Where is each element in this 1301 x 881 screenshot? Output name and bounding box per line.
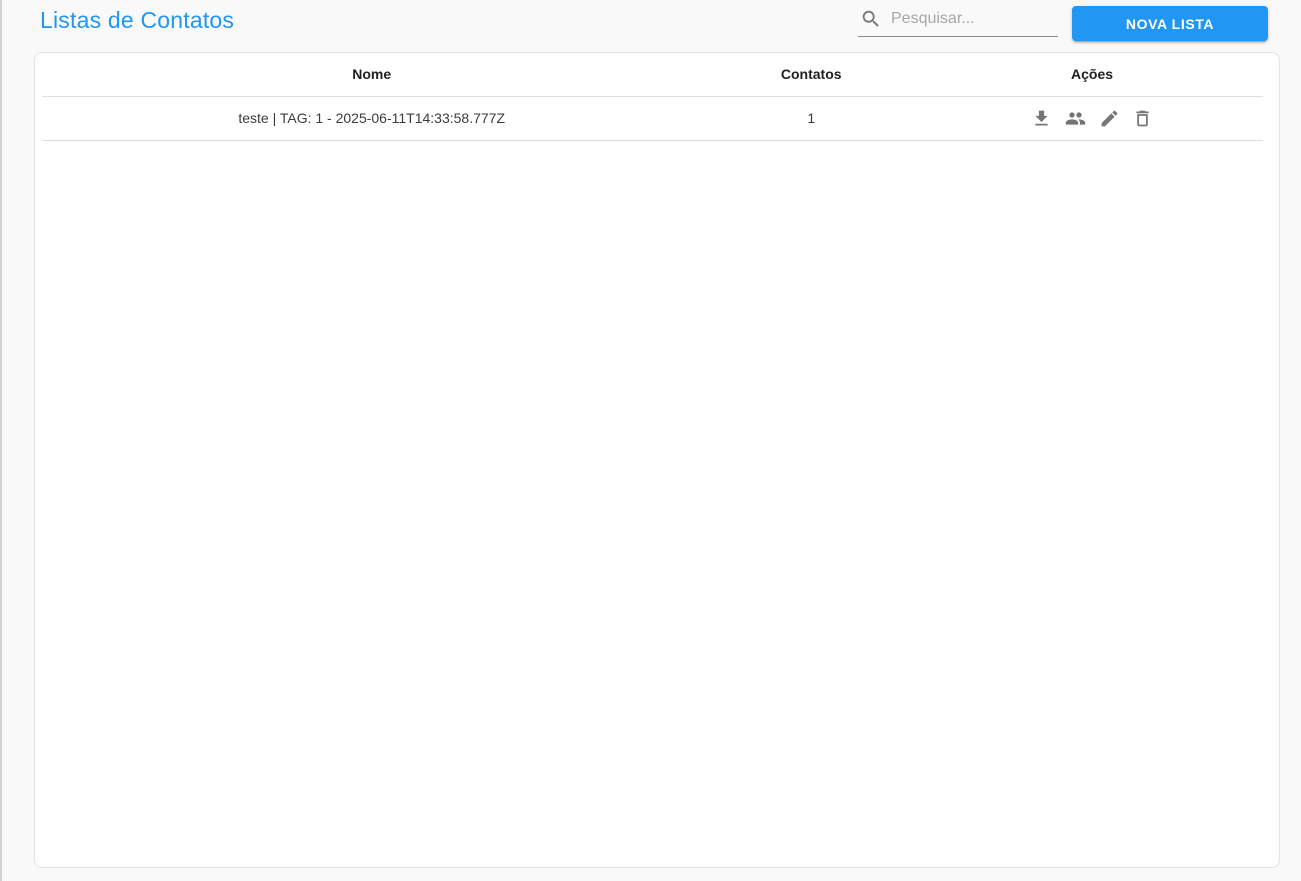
download-icon: [1031, 108, 1052, 129]
edit-icon: [1099, 108, 1120, 129]
download-contacts-button[interactable]: [1031, 108, 1052, 129]
row-actions-cell: [921, 96, 1263, 141]
screen-left-edge-divider: [0, 0, 2, 881]
new-list-button[interactable]: NOVA LISTA: [1072, 6, 1268, 41]
search-field[interactable]: [858, 5, 1058, 37]
contacts-count-cell: 1: [701, 96, 922, 141]
delete-list-button[interactable]: [1132, 108, 1153, 129]
delete-icon: [1132, 108, 1153, 129]
search-icon: [860, 8, 882, 30]
column-header-actions: Ações: [921, 53, 1263, 97]
list-name-cell: teste | TAG: 1 - 2025-06-11T14:33:58.777…: [42, 96, 702, 141]
column-header-name: Nome: [42, 53, 702, 97]
column-header-contacts: Contatos: [701, 53, 922, 97]
page-title: Listas de Contatos: [40, 7, 235, 33]
search-input[interactable]: [891, 9, 1056, 28]
table-header-row: Nome Contatos Ações: [42, 53, 1263, 97]
contact-lists-card: Nome Contatos Ações teste | TAG: 1 - 202…: [34, 52, 1280, 868]
people-icon: [1065, 108, 1086, 129]
view-contacts-button[interactable]: [1065, 108, 1086, 129]
contact-lists-table: Nome Contatos Ações teste | TAG: 1 - 202…: [42, 53, 1263, 141]
table-row: teste | TAG: 1 - 2025-06-11T14:33:58.777…: [42, 96, 1263, 141]
edit-list-button[interactable]: [1099, 108, 1120, 129]
